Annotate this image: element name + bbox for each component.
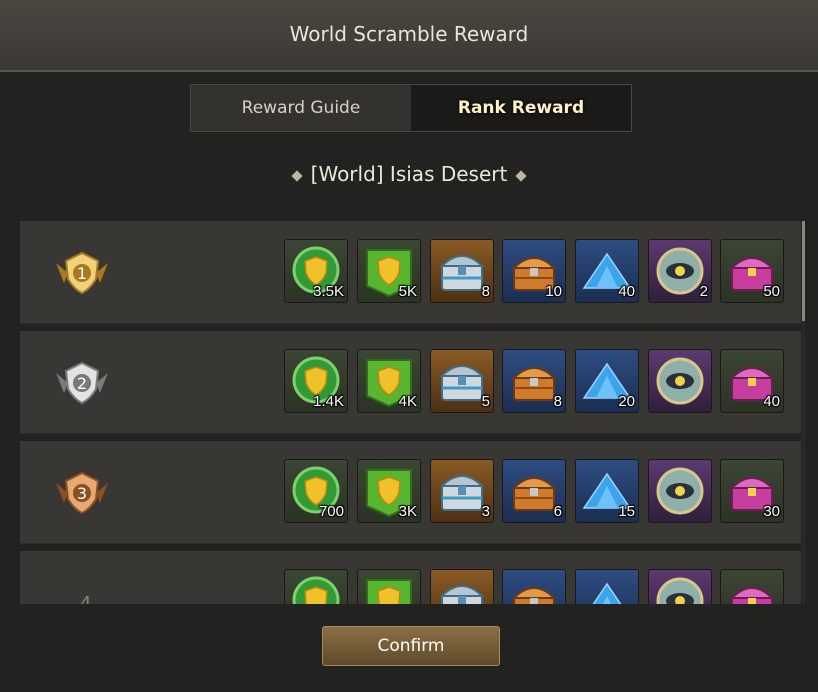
reward-item[interactable]: 3.5K — [284, 239, 348, 303]
reward-item[interactable]: 5K — [357, 239, 421, 303]
reward-count: 2 — [699, 283, 708, 300]
scrollbar[interactable] — [802, 221, 805, 604]
rank-number: 2 — [77, 374, 87, 393]
rank-reward-list[interactable]: 1 3.5K 5K 8 10 40 2 50 2 1.4K 4K 5 8 20 40 3 700 3K 3 6 15… — [20, 221, 810, 604]
modal-title: World Scramble Reward — [289, 22, 529, 46]
reward-item[interactable] — [575, 569, 639, 604]
rank-row: 4 — [20, 551, 801, 604]
reward-modal: World Scramble Reward Reward Guide Rank … — [0, 0, 818, 692]
reward-count: 3.5K — [313, 283, 344, 300]
scrollbar-thumb[interactable] — [802, 221, 805, 321]
reward-count: 8 — [481, 283, 490, 300]
reward-item[interactable] — [648, 349, 712, 413]
rank-number: 1 — [77, 264, 87, 283]
world-name: [World] Isias Desert — [310, 162, 508, 186]
reward-count: 5K — [398, 283, 417, 300]
reward-count: 700 — [318, 503, 344, 520]
reward-item[interactable]: 40 — [720, 349, 784, 413]
diamond-ornament-icon — [290, 169, 303, 182]
reward-item[interactable]: 30 — [720, 459, 784, 523]
rank-number: 4 — [80, 593, 92, 604]
reward-count: 10 — [545, 283, 562, 300]
rank-silver-badge-icon: 2 — [54, 359, 110, 405]
tab-bar: Reward Guide Rank Reward — [190, 84, 632, 132]
reward-item[interactable]: 1.4K — [284, 349, 348, 413]
reward-count: 40 — [618, 283, 635, 300]
diamond-ornament-icon — [515, 169, 528, 182]
rank-bronze-badge-icon: 3 — [54, 469, 110, 515]
rank-row: 1 3.5K 5K 8 10 40 2 50 — [20, 221, 801, 324]
reward-item[interactable]: 10 — [502, 239, 566, 303]
reward-item[interactable] — [502, 569, 566, 604]
reward-count: 20 — [618, 393, 635, 410]
tab-reward-guide[interactable]: Reward Guide — [191, 85, 411, 131]
reward-item[interactable]: 20 — [575, 349, 639, 413]
reward-item[interactable]: 2 — [648, 239, 712, 303]
reward-count: 3K — [398, 503, 417, 520]
reward-item[interactable]: 8 — [502, 349, 566, 413]
reward-item[interactable] — [648, 459, 712, 523]
reward-item[interactable]: 5 — [430, 349, 494, 413]
reward-item[interactable]: 4K — [357, 349, 421, 413]
reward-count: 4K — [398, 393, 417, 410]
reward-item[interactable]: 50 — [720, 239, 784, 303]
reward-item[interactable] — [720, 569, 784, 604]
rank-row: 3 700 3K 3 6 15 30 — [20, 441, 801, 544]
reward-item[interactable]: 6 — [502, 459, 566, 523]
reward-item[interactable] — [648, 569, 712, 604]
reward-count: 3 — [481, 503, 490, 520]
reward-item[interactable] — [357, 569, 421, 604]
reward-count: 1.4K — [313, 393, 344, 410]
reward-item[interactable]: 15 — [575, 459, 639, 523]
reward-count: 8 — [553, 393, 562, 410]
reward-item[interactable] — [284, 569, 348, 604]
reward-item[interactable]: 8 — [430, 239, 494, 303]
world-subtitle: [World] Isias Desert — [0, 162, 818, 186]
rank-number: 3 — [77, 484, 87, 503]
reward-count: 6 — [553, 503, 562, 520]
rank-row: 2 1.4K 4K 5 8 20 40 — [20, 331, 801, 434]
reward-count: 30 — [763, 503, 780, 520]
reward-count: 40 — [763, 393, 780, 410]
reward-count: 15 — [618, 503, 635, 520]
reward-item[interactable]: 40 — [575, 239, 639, 303]
title-bar: World Scramble Reward — [0, 0, 818, 72]
reward-item[interactable]: 3K — [357, 459, 421, 523]
reward-item[interactable]: 700 — [284, 459, 348, 523]
confirm-button[interactable]: Confirm — [322, 626, 500, 666]
reward-count: 5 — [481, 393, 490, 410]
reward-count: 50 — [763, 283, 780, 300]
tab-rank-reward[interactable]: Rank Reward — [411, 85, 631, 131]
rank-gold-badge-icon: 1 — [54, 249, 110, 295]
reward-item[interactable]: 3 — [430, 459, 494, 523]
reward-item[interactable] — [430, 569, 494, 604]
